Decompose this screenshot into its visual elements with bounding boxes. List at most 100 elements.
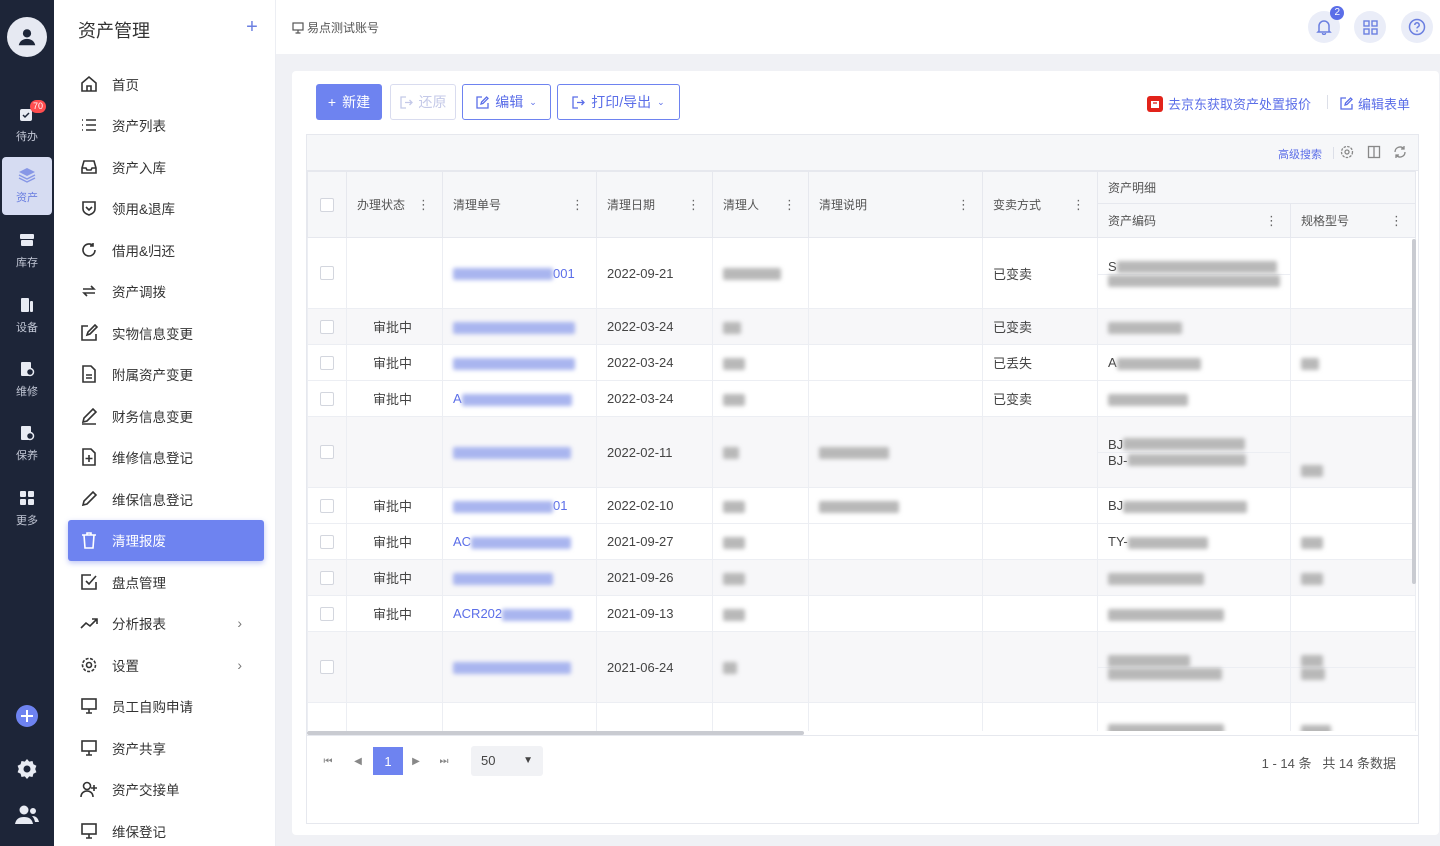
row-checkbox[interactable]: [320, 660, 334, 674]
rail-users-button[interactable]: [0, 804, 54, 826]
row-checkbox[interactable]: [320, 570, 334, 585]
sidebar-item-asset-inbound[interactable]: 资产入库: [68, 146, 264, 188]
next-page-button[interactable]: ▶: [405, 750, 427, 772]
columns-button[interactable]: [1367, 145, 1383, 161]
rail-item-todo[interactable]: 70 待办: [0, 96, 54, 154]
sidebar-item-home[interactable]: 首页: [68, 63, 264, 105]
col-header-date[interactable]: 清理日期 ⋮: [596, 171, 713, 238]
rail-label: 待办: [16, 131, 38, 143]
prev-page-button[interactable]: ◀: [347, 750, 369, 772]
column-menu-icon[interactable]: ⋮: [1072, 197, 1085, 213]
sidebar-item-warranty-log[interactable]: 维保登记: [68, 810, 264, 846]
row-checkbox[interactable]: [320, 498, 334, 513]
sidebar-item-receive-return[interactable]: 领用&退库: [68, 188, 264, 230]
row-checkbox[interactable]: [320, 391, 334, 406]
table-row[interactable]: 审批中 01 2022-02-10 BJ: [307, 487, 1417, 524]
rail-item-inventory[interactable]: 库存: [0, 222, 54, 280]
table-row[interactable]: 001 2022-09-21 已变卖 S: [307, 237, 1417, 309]
first-page-button[interactable]: ⏮: [317, 750, 339, 772]
col-header-spec[interactable]: 规格型号 ⋮: [1289, 203, 1417, 238]
table-row[interactable]: 审批中 2022-03-24 已丢失 A: [307, 344, 1417, 381]
sidebar-add-button[interactable]: +: [242, 17, 262, 37]
sidebar-item-handover[interactable]: 资产交接单: [68, 769, 264, 811]
avatar[interactable]: [7, 17, 47, 57]
column-menu-icon[interactable]: ⋮: [571, 197, 584, 213]
sidebar-item-settings[interactable]: 设置 ›: [68, 644, 264, 686]
sidebar-item-stocktake[interactable]: 盘点管理: [68, 561, 264, 603]
row-checkbox[interactable]: [320, 534, 334, 549]
sidebar-item-finance-change[interactable]: 财务信息变更: [68, 395, 264, 437]
sidebar-item-self-purchase[interactable]: 员工自购申请: [68, 686, 264, 728]
sidebar-item-warranty-register[interactable]: 维保信息登记: [68, 478, 264, 520]
sidebar-item-physical-change[interactable]: 实物信息变更: [68, 312, 264, 354]
jd-quote-link[interactable]: 去京东获取资产处置报价: [1147, 94, 1311, 113]
cell-order-no[interactable]: [442, 631, 597, 703]
settings-button[interactable]: [1340, 145, 1356, 161]
cell-order-no[interactable]: [442, 344, 597, 381]
rail-item-assets[interactable]: 资产: [2, 157, 52, 215]
table-row[interactable]: 审批中 2021-09-26: [307, 559, 1417, 596]
print-export-button[interactable]: 打印/导出 ⌄: [557, 84, 680, 120]
rail-add-button[interactable]: [0, 704, 54, 728]
row-checkbox[interactable]: [320, 319, 334, 334]
notification-button[interactable]: 2: [1308, 6, 1344, 43]
column-menu-icon[interactable]: ⋮: [1390, 213, 1403, 229]
advanced-search-link[interactable]: 高级搜索: [1278, 146, 1322, 162]
column-menu-icon[interactable]: ⋮: [417, 197, 430, 213]
edit-form-link[interactable]: 编辑表单: [1340, 94, 1410, 113]
col-header-status[interactable]: 办理状态 ⋮: [346, 171, 443, 238]
table-row[interactable]: 审批中 ACR202 2021-09-13: [307, 595, 1417, 632]
help-button[interactable]: [1401, 11, 1433, 43]
table-row[interactable]: 审批中 A 2022-03-24 已变卖: [307, 380, 1417, 417]
edit-button[interactable]: 编辑 ⌄: [462, 84, 551, 120]
rail-item-devices[interactable]: 设备: [0, 287, 54, 345]
vertical-scrollbar[interactable]: [1412, 239, 1416, 584]
select-all-checkbox[interactable]: [320, 197, 334, 212]
last-page-button[interactable]: ⏭: [433, 750, 455, 772]
table-row[interactable]: 2021-06-24: [307, 631, 1417, 703]
cell-order-no[interactable]: ACR202: [442, 595, 597, 632]
row-checkbox[interactable]: [320, 445, 334, 459]
col-header-method[interactable]: 变卖方式 ⋮: [982, 171, 1098, 238]
cell-order-no[interactable]: [442, 308, 597, 345]
sidebar-item-attached-change[interactable]: 附属资产变更: [68, 354, 264, 396]
sidebar-item-asset-list[interactable]: 资产列表: [68, 105, 264, 147]
col-header-asset-code[interactable]: 资产编码 ⋮: [1097, 203, 1291, 238]
cell-order-no[interactable]: [442, 416, 597, 488]
column-menu-icon[interactable]: ⋮: [783, 197, 796, 213]
page-size-select[interactable]: 50 ▼: [471, 746, 543, 776]
account-switcher[interactable]: 易点测试账号: [292, 19, 379, 36]
cell-order-no[interactable]: A: [442, 380, 597, 417]
row-checkbox[interactable]: [320, 355, 334, 370]
sidebar-item-borrow-return[interactable]: 借用&归还: [68, 229, 264, 271]
new-button[interactable]: + 新建: [316, 84, 382, 120]
row-checkbox[interactable]: [320, 266, 334, 280]
cell-order-no[interactable]: [442, 559, 597, 596]
sidebar-item-asset-share[interactable]: 资产共享: [68, 727, 264, 769]
table-row[interactable]: 2022-02-11 BJ BJ-: [307, 416, 1417, 488]
row-checkbox[interactable]: [320, 606, 334, 621]
col-header-order-no[interactable]: 清理单号 ⋮: [442, 171, 597, 238]
cell-order-no[interactable]: AC: [442, 523, 597, 560]
table-row[interactable]: 审批中 AC 2021-09-27 TY-: [307, 523, 1417, 560]
column-menu-icon[interactable]: ⋮: [1265, 213, 1278, 229]
apps-button[interactable]: [1354, 11, 1386, 43]
sidebar-item-repair-register[interactable]: 维修信息登记: [68, 437, 264, 479]
column-menu-icon[interactable]: ⋮: [957, 197, 970, 213]
rail-item-maintenance[interactable]: 保养: [0, 415, 54, 473]
refresh-button[interactable]: [1393, 145, 1409, 161]
rail-item-repair[interactable]: 维修: [0, 351, 54, 409]
cell-order-no[interactable]: 01: [442, 487, 597, 524]
sidebar-item-asset-transfer[interactable]: 资产调拨: [68, 271, 264, 313]
sidebar-item-disposal[interactable]: 清理报废: [68, 519, 264, 561]
sidebar-item-reports[interactable]: 分析报表 ›: [68, 603, 264, 645]
column-menu-icon[interactable]: ⋮: [687, 197, 700, 213]
current-page[interactable]: 1: [373, 747, 403, 775]
col-header-description[interactable]: 清理说明 ⋮: [808, 171, 983, 238]
col-header-person[interactable]: 清理人 ⋮: [712, 171, 809, 238]
restore-button[interactable]: 还原: [390, 84, 456, 120]
cell-order-no[interactable]: 001: [442, 237, 597, 309]
rail-settings-button[interactable]: [0, 757, 54, 781]
rail-item-more[interactable]: 更多: [0, 480, 54, 538]
table-row[interactable]: 审批中 2022-03-24 已变卖: [307, 308, 1417, 345]
